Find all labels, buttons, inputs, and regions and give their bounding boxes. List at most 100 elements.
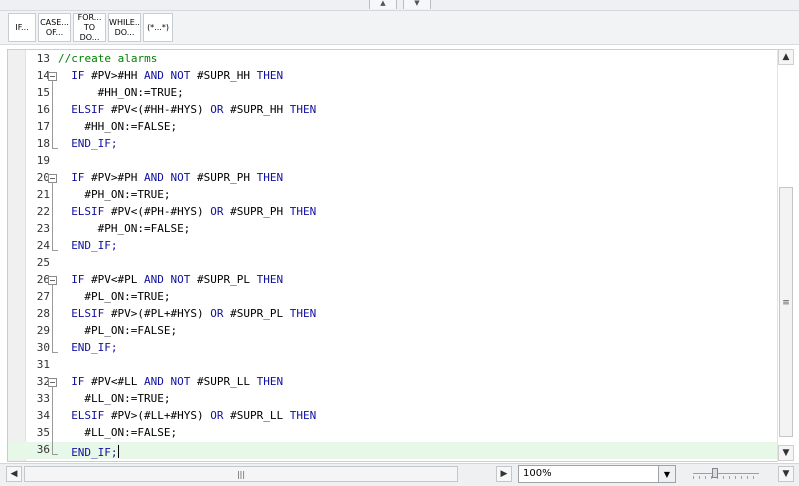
code-line[interactable]: 34 ELSIF #PV>(#LL+#HYS) OR #SUPR_LL THEN	[8, 408, 777, 425]
keyword-token: END_IF;	[71, 446, 118, 459]
code-token: #PV<(#HH-#HYS)	[110, 103, 211, 116]
collapse-up-arrow[interactable]: ▲	[369, 0, 397, 9]
line-number: 13	[36, 52, 50, 65]
code-line[interactable]: 19	[8, 153, 777, 170]
code-text: #PH_ON:=TRUE;	[84, 188, 170, 201]
code-token: #PV<(#PH-#HYS)	[110, 205, 211, 218]
keyword-token: OR	[210, 307, 231, 320]
keyword-token: IF	[71, 375, 92, 388]
code-line[interactable]: 23 #PH_ON:=FALSE;	[8, 221, 777, 238]
zoom-slider-knob[interactable]	[712, 468, 718, 478]
collapse-down-arrow[interactable]: ▼	[403, 0, 431, 9]
toolbar-button-0[interactable]: IF...	[8, 13, 36, 42]
fold-guide	[52, 102, 53, 119]
code-line[interactable]: 22 ELSIF #PV<(#PH-#HYS) OR #SUPR_PH THEN	[8, 204, 777, 221]
code-line[interactable]: 29 #PL_ON:=FALSE;	[8, 323, 777, 340]
toolbar-button-2[interactable]: FOR... TO DO...	[73, 13, 106, 42]
scroll-right-arrow-icon[interactable]: ▶	[496, 466, 512, 482]
code-line[interactable]: 20 IF #PV>#PH AND NOT #SUPR_PH THEN	[8, 170, 777, 187]
scroll-down-arrow-icon[interactable]: ▼	[778, 445, 794, 461]
keyword-token: NOT	[170, 171, 198, 184]
line-number: 21	[36, 188, 50, 201]
code-text: #LL_ON:=TRUE;	[84, 392, 170, 405]
code-line[interactable]: 36 END_IF;	[8, 442, 777, 459]
zoom-slider[interactable]	[693, 468, 759, 480]
code-line[interactable]: 16 ELSIF #PV<(#HH-#HYS) OR #SUPR_HH THEN	[8, 102, 777, 119]
keyword-token: THEN	[289, 307, 317, 320]
vertical-scroll-thumb[interactable]: ≡	[779, 187, 793, 437]
line-number: 29	[36, 324, 50, 337]
toolbar-button-label-2: DO...	[114, 27, 135, 37]
code-token: #PL_ON:=TRUE;	[84, 290, 171, 303]
code-line[interactable]: 25	[8, 255, 777, 272]
fold-guide-end	[52, 148, 58, 149]
code-token: #PV>#HH	[91, 69, 145, 82]
code-line[interactable]: 33 #LL_ON:=TRUE;	[8, 391, 777, 408]
scroll-left-arrow-icon[interactable]: ◀	[6, 466, 22, 482]
code-line[interactable]: 26 IF #PV<#PL AND NOT #SUPR_PL THEN	[8, 272, 777, 289]
code-text: ELSIF #PV<(#PH-#HYS) OR #SUPR_PH THEN	[71, 205, 316, 218]
keyword-token: AND	[144, 171, 171, 184]
code-line[interactable]: 24 END_IF;	[8, 238, 777, 255]
keyword-token: THEN	[289, 409, 317, 422]
code-token: #SUPR_PH	[230, 205, 290, 218]
toolbar-button-3[interactable]: WHILE.. DO...	[108, 13, 141, 42]
code-line[interactable]: 27 #PL_ON:=TRUE;	[8, 289, 777, 306]
line-number: 15	[36, 86, 50, 99]
keyword-token: END_IF;	[71, 239, 118, 252]
keyword-token: IF	[71, 69, 92, 82]
code-line[interactable]: 30 END_IF;	[8, 340, 777, 357]
code-token: #PL_ON:=FALSE;	[84, 324, 178, 337]
code-line[interactable]: 32 IF #PV<#LL AND NOT #SUPR_LL THEN	[8, 374, 777, 391]
code-text: END_IF;	[71, 443, 119, 459]
toolbar-button-label: IF...	[15, 22, 29, 32]
editor-status-bar: ◀ ||| ▶ 100% ▼ ▼	[0, 463, 799, 486]
code-text: #LL_ON:=FALSE;	[84, 426, 177, 439]
fold-guide	[52, 85, 53, 102]
keyword-token: NOT	[170, 375, 198, 388]
code-line[interactable]: 31	[8, 357, 777, 374]
code-line[interactable]: 13 //create alarms	[8, 51, 777, 68]
line-number: 28	[36, 307, 50, 320]
line-number: 25	[36, 256, 50, 269]
code-line[interactable]: 15 #HH_ON:=TRUE;	[8, 85, 777, 102]
toolbar-button-label: CASE...	[40, 17, 69, 27]
code-token: #PV>(#PL+#HYS)	[110, 307, 211, 320]
keyword-token: NOT	[170, 69, 198, 82]
code-token: #SUPR_HH	[230, 103, 290, 116]
code-token: #SUPR_HH	[197, 69, 257, 82]
toolbar-button-4[interactable]: (*...*)	[143, 13, 173, 42]
keyword-token: NOT	[170, 273, 198, 286]
vertical-scrollbar[interactable]: ▲ ≡ ▼	[777, 49, 794, 462]
toolbar-button-1[interactable]: CASE... OF...	[38, 13, 71, 42]
zoom-select[interactable]: 100% ▼	[518, 465, 676, 483]
scroll-up-arrow-icon[interactable]: ▲	[778, 49, 794, 65]
toolbar-button-label: WHILE..	[109, 17, 140, 27]
code-line[interactable]: 18 END_IF;	[8, 136, 777, 153]
line-number: 20	[36, 171, 50, 184]
line-number: 17	[36, 120, 50, 133]
toolbar-button-label: (*...*)	[147, 22, 169, 32]
fold-guide-end	[52, 454, 58, 455]
hscroll-grip: |||	[236, 469, 246, 479]
keyword-token: OR	[210, 409, 231, 422]
keyword-token: ELSIF	[71, 307, 111, 320]
fold-guide	[52, 442, 53, 454]
comment-token: //create alarms	[58, 52, 158, 65]
code-line[interactable]: 21 #PH_ON:=TRUE;	[8, 187, 777, 204]
code-line[interactable]: 17 #HH_ON:=FALSE;	[8, 119, 777, 136]
code-text: IF #PV>#PH AND NOT #SUPR_PH THEN	[71, 171, 283, 184]
code-token: #HH_ON:=FALSE;	[84, 120, 178, 133]
horizontal-scroll-thumb[interactable]: |||	[24, 466, 458, 482]
chevron-down-icon[interactable]: ▼	[658, 466, 675, 482]
keyword-token: THEN	[256, 375, 284, 388]
code-text: #HH_ON:=TRUE;	[98, 86, 184, 99]
code-line[interactable]: 35 #LL_ON:=FALSE;	[8, 425, 777, 442]
code-line[interactable]: 28 ELSIF #PV>(#PL+#HYS) OR #SUPR_PL THEN	[8, 306, 777, 323]
fold-guide	[52, 238, 53, 250]
keyword-token: ELSIF	[71, 205, 111, 218]
code-token: #SUPR_LL	[197, 375, 257, 388]
code-line[interactable]: 14 IF #PV>#HH AND NOT #SUPR_HH THEN	[8, 68, 777, 85]
scroll-down-small-icon[interactable]: ▼	[778, 466, 794, 482]
code-editor[interactable]: 13 //create alarms 14 IF #PV>#HH AND NOT #S…	[7, 49, 777, 462]
